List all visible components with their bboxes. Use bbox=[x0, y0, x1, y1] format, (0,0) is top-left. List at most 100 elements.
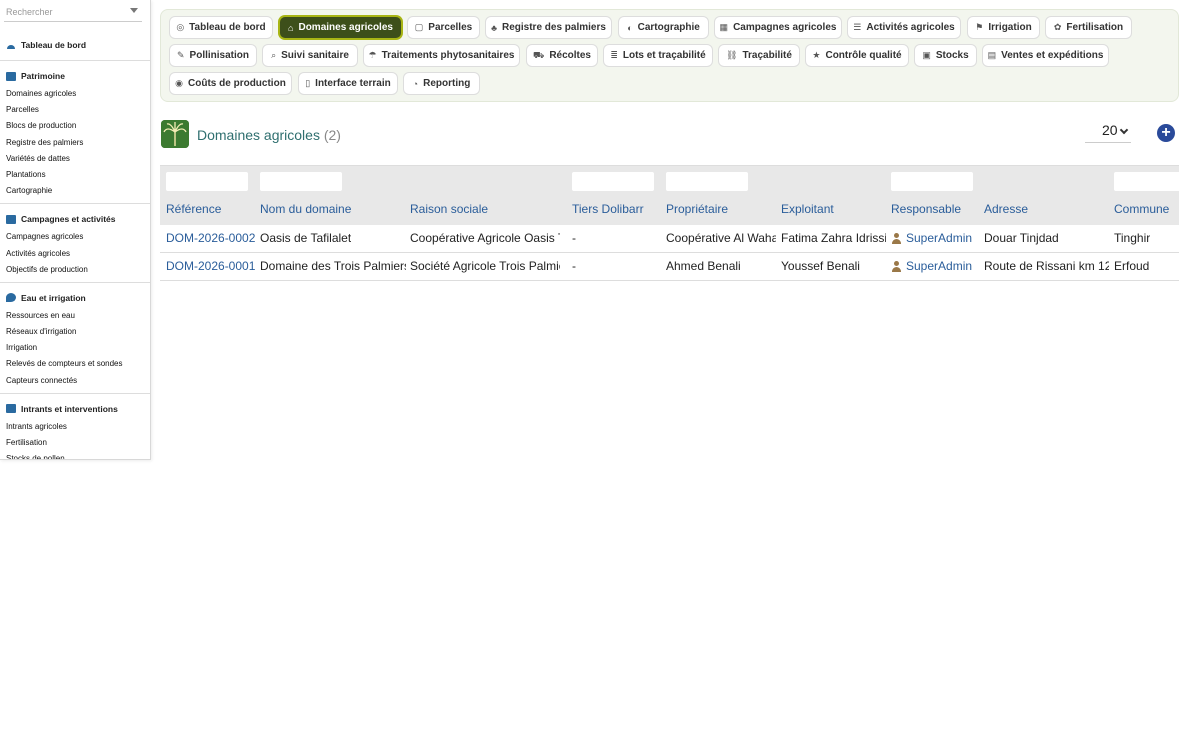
column-filter-input[interactable] bbox=[891, 172, 973, 191]
nav-button[interactable]: ⚑ Irrigation bbox=[967, 16, 1040, 39]
sidebar-item[interactable]: Registre des palmiers bbox=[0, 135, 150, 151]
chevron-down-icon[interactable] bbox=[130, 8, 138, 13]
column-header[interactable]: Commune bbox=[1114, 202, 1169, 216]
reference-link[interactable]: DOM-2026-0002 bbox=[166, 231, 255, 245]
nav-button[interactable]: ♣ Registre des palmiers bbox=[485, 16, 612, 39]
sidebar-item[interactable]: Capteurs connectés bbox=[0, 373, 150, 389]
sidebar-item[interactable]: Campagnes agricoles bbox=[0, 229, 150, 245]
sidebar-item[interactable]: Variétés de dattes bbox=[0, 151, 150, 167]
nav-button-label: Fertilisation bbox=[1066, 22, 1124, 33]
table-row[interactable]: DOM-2026-0002 Oasis de Tafilalet Coopérati… bbox=[160, 225, 1179, 253]
sidebar-item-dashboard[interactable]: Tableau de bord bbox=[0, 30, 150, 60]
nav-button[interactable]: ⛓ Traçabilité bbox=[718, 44, 800, 67]
table-cell: - bbox=[572, 259, 576, 273]
user-icon bbox=[891, 260, 902, 272]
column-header[interactable]: Référence bbox=[166, 202, 221, 216]
nav-button[interactable]: ◐ Cartographie bbox=[618, 16, 709, 39]
nav-button[interactable]: ☰ Activités agricoles bbox=[847, 16, 961, 39]
farm-icon: ⌂ bbox=[288, 22, 294, 33]
nav-button-label: Tableau de bord bbox=[189, 22, 266, 33]
column-header[interactable]: Tiers Dolibarr bbox=[572, 202, 644, 216]
nav-button[interactable]: ✎ Pollinisation bbox=[169, 44, 257, 67]
column-filter-input[interactable] bbox=[260, 172, 342, 191]
sidebar-item[interactable]: Objectifs de production bbox=[0, 262, 150, 278]
user-name: SuperAdmin bbox=[906, 259, 973, 273]
nav-button[interactable]: ▦ Campagnes agricoles bbox=[714, 16, 842, 39]
nav-button[interactable]: ⌂ Domaines agricoles bbox=[279, 16, 402, 39]
sidebar-item[interactable]: Cartographie bbox=[0, 183, 150, 199]
nav-button[interactable]: ▤ Ventes et expéditions bbox=[982, 44, 1109, 67]
list-icon: ☰ bbox=[853, 22, 862, 32]
table-cell: - bbox=[572, 231, 576, 245]
column-header[interactable]: Responsable bbox=[891, 202, 961, 216]
column-header[interactable]: Propriétaire bbox=[666, 202, 728, 216]
sidebar-section-header[interactable]: Intrants et interventions bbox=[0, 402, 150, 416]
sidebar-item[interactable]: Plantations bbox=[0, 167, 150, 183]
column-header[interactable]: Exploitant bbox=[781, 202, 834, 216]
sidebar-section-header[interactable]: Campagnes et activités bbox=[0, 212, 150, 226]
sidebar-item[interactable]: Réseaux d'irrigation bbox=[0, 324, 150, 340]
table-cell: Erfoud bbox=[1114, 259, 1150, 273]
table-cell: Coopérative Agricole Oasis Tafilalet bbox=[410, 231, 560, 245]
sidebar-item[interactable]: Parcelles bbox=[0, 102, 150, 118]
table-row[interactable]: DOM-2026-0001 Domaine des Trois Palmiers S… bbox=[160, 253, 1179, 281]
sidebar-item[interactable]: Intrants agricoles bbox=[0, 419, 150, 435]
sidebar-item[interactable]: Irrigation bbox=[0, 340, 150, 356]
reference-link[interactable]: DOM-2026-0001 bbox=[166, 259, 255, 273]
search-placeholder: Rechercher bbox=[6, 7, 53, 17]
per-page-select[interactable]: 20 bbox=[1085, 122, 1131, 143]
nav-button[interactable]: ▢ Parcelles bbox=[407, 16, 480, 39]
nav-button-label: Cartographie bbox=[637, 22, 700, 33]
nav-button-label: Ventes et expéditions bbox=[1001, 50, 1104, 61]
nav-button-label: Pollinisation bbox=[189, 50, 249, 61]
search-select[interactable]: Rechercher bbox=[4, 2, 142, 22]
table-cell: Route de Rissani km 12 bbox=[984, 259, 1109, 273]
column-header[interactable]: Adresse bbox=[984, 202, 1028, 216]
nav-button[interactable]: ◎ Tableau de bord bbox=[169, 16, 273, 39]
nav-button[interactable]: ◔ Reporting bbox=[403, 72, 480, 95]
nav-button-label: Traitements phytosanitaires bbox=[381, 50, 515, 61]
nav-button[interactable]: ★ Contrôle qualité bbox=[805, 44, 909, 67]
nav-button[interactable]: ⌕ Suivi sanitaire bbox=[262, 44, 358, 67]
sidebar-section-header[interactable]: Patrimoine bbox=[0, 69, 150, 83]
nav-button[interactable]: ☂ Traitements phytosanitaires bbox=[363, 44, 520, 67]
sidebar-section-title: Eau et irrigation bbox=[21, 292, 86, 303]
nav-button-label: Contrôle qualité bbox=[825, 50, 902, 61]
page-title-text: Domaines agricoles bbox=[197, 127, 320, 143]
sidebar-item[interactable]: Stocks de pollen bbox=[0, 451, 150, 459]
responsible-user-link[interactable]: SuperAdmin bbox=[891, 259, 972, 273]
user-name: SuperAdmin bbox=[906, 231, 973, 245]
responsible-user-link[interactable]: SuperAdmin bbox=[891, 231, 972, 245]
nav-button-label: Traçabilité bbox=[742, 50, 792, 61]
sidebar-item[interactable]: Blocs de production bbox=[0, 118, 150, 134]
farm-icon bbox=[6, 71, 16, 81]
sidebar-item[interactable]: Relevés de compteurs et sondes bbox=[0, 356, 150, 372]
column-filter-input[interactable] bbox=[1114, 172, 1196, 191]
column-filter-input[interactable] bbox=[166, 172, 248, 191]
table-cell: Domaine des Trois Palmiers bbox=[260, 259, 406, 273]
column-header[interactable]: Raison sociale bbox=[410, 202, 488, 216]
add-domain-button[interactable]: + bbox=[1157, 124, 1175, 142]
user-icon bbox=[891, 232, 902, 244]
nav-button[interactable]: ▣ Stocks bbox=[914, 44, 977, 67]
palm-icon: ♣ bbox=[491, 22, 497, 33]
dashboard-icon bbox=[7, 44, 15, 49]
record-count: (2) bbox=[323, 127, 341, 143]
nav-button[interactable]: ◉ Coûts de production bbox=[169, 72, 292, 95]
column-filter-input[interactable] bbox=[666, 172, 748, 191]
nav-button[interactable]: ▯ Interface terrain bbox=[298, 72, 398, 95]
nav-button[interactable]: ✿ Fertilisation bbox=[1045, 16, 1132, 39]
nav-button[interactable]: ≣ Lots et traçabilité bbox=[603, 44, 713, 67]
table-cell: Tinghir bbox=[1114, 231, 1151, 245]
divider bbox=[0, 203, 150, 205]
nav-button[interactable]: ⛟ Récoltes bbox=[526, 44, 598, 67]
sidebar-item[interactable]: Fertilisation bbox=[0, 435, 150, 451]
column-header[interactable]: Nom du domaine bbox=[260, 202, 351, 216]
column-filter-input[interactable] bbox=[572, 172, 654, 191]
sidebar-item[interactable]: Domaines agricoles bbox=[0, 86, 150, 102]
sidebar-item[interactable]: Activités agricoles bbox=[0, 246, 150, 262]
nav-button-label: Coûts de production bbox=[188, 78, 286, 89]
sidebar-item[interactable]: Ressources en eau bbox=[0, 308, 150, 324]
table-cell: Fatima Zahra Idrissi bbox=[781, 231, 886, 245]
sidebar-section-header[interactable]: Eau et irrigation bbox=[0, 291, 150, 305]
